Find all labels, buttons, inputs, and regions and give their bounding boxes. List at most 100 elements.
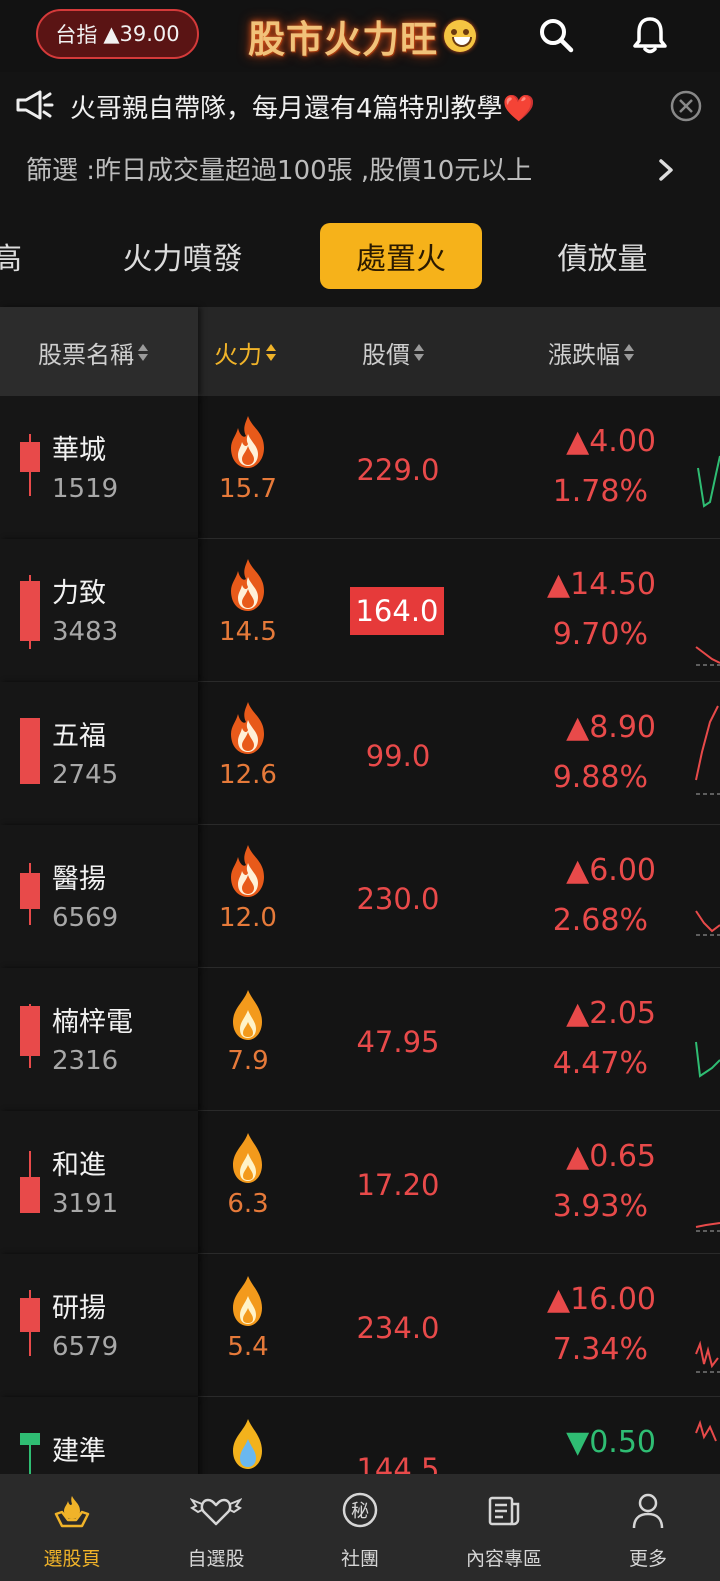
sparkline bbox=[695, 705, 720, 795]
flame-icon bbox=[233, 990, 262, 1040]
header-name-label: 股票名稱 bbox=[38, 341, 134, 369]
change-percent: 2.68% bbox=[552, 903, 648, 938]
sort-icon bbox=[623, 340, 635, 366]
candlestick-icon bbox=[20, 1151, 40, 1213]
sort-by-change[interactable]: 漲跌幅 bbox=[548, 335, 635, 370]
table-row[interactable]: 楠梓電 2316 7.9 47.95 ▲2.05 4.47% bbox=[0, 968, 720, 1111]
megaphone-icon bbox=[16, 90, 54, 120]
sort-by-name[interactable]: 股票名稱 bbox=[38, 335, 149, 370]
nav-label: 社團 bbox=[340, 1548, 379, 1570]
sort-by-power[interactable]: 火力 bbox=[214, 335, 277, 370]
price-value: 47.95 bbox=[356, 1025, 440, 1059]
stock-code: 6579 bbox=[52, 1332, 119, 1362]
notifications-button[interactable] bbox=[627, 12, 673, 58]
stock-name: 和進 bbox=[52, 1150, 106, 1181]
nav-label: 內容專區 bbox=[465, 1548, 542, 1570]
price-value: 234.0 bbox=[356, 1311, 440, 1345]
tab-partial[interactable]: 高 bbox=[0, 223, 22, 289]
sort-icon bbox=[265, 340, 277, 366]
close-icon[interactable] bbox=[669, 89, 703, 123]
grin-emoji-icon bbox=[444, 20, 476, 52]
power-value: 5.4 bbox=[227, 1332, 269, 1362]
tab-disposal-fire[interactable]: 處置火 bbox=[320, 223, 482, 289]
sparkline bbox=[695, 1419, 717, 1442]
app-header: 台指 ▲39.00 股市火力旺 bbox=[0, 0, 720, 72]
nav-community[interactable]: 秘 社團 bbox=[288, 1474, 432, 1581]
nav-content[interactable]: 內容專區 bbox=[432, 1474, 576, 1581]
sort-icon bbox=[137, 340, 149, 366]
change-value: ▲2.05 bbox=[566, 996, 656, 1031]
table-row[interactable]: 和進 3191 6.3 17.20 ▲0.65 3.93% bbox=[0, 1111, 720, 1254]
sparkline bbox=[695, 1222, 720, 1232]
filter-bar[interactable]: 篩選 :昨日成交量超過100張 ,股價10元以上 bbox=[0, 142, 720, 200]
stock-name: 華城 bbox=[52, 435, 106, 466]
newspaper-icon bbox=[488, 1496, 520, 1526]
stock-code: 2316 bbox=[52, 1046, 119, 1076]
tab-fire-burst[interactable]: 火力噴發 bbox=[100, 223, 265, 289]
stock-name: 建準 bbox=[52, 1436, 106, 1467]
sparkline bbox=[695, 1340, 720, 1373]
candlestick-icon bbox=[20, 1290, 40, 1356]
sparkline bbox=[695, 1041, 720, 1078]
header-power-label: 火力 bbox=[214, 341, 262, 369]
nav-watchlist[interactable]: 自選股 bbox=[144, 1474, 288, 1581]
table-row[interactable]: 力致 3483 14.5 164.0 ▲14.50 9.70% bbox=[0, 539, 720, 682]
bottom-navigation: 選股頁 自選股 秘 社團 內容專區 更多 bbox=[0, 1474, 720, 1581]
flame-icon bbox=[231, 702, 264, 754]
announcement-text: 火哥親自帶隊，每月還有4篇特別教學❤️ bbox=[70, 94, 535, 124]
stock-list: 華城 1519 15.7 229.0 ▲4.00 1.78% 力致 3483 1… bbox=[0, 396, 720, 1474]
name-cell: 和進 3191 bbox=[0, 1111, 198, 1254]
table-row[interactable]: 五福 2745 12.6 99.0 ▲8.90 9.88% bbox=[0, 682, 720, 825]
heart-wings-icon bbox=[190, 1498, 242, 1526]
flame-icon bbox=[231, 845, 264, 897]
change-percent: 9.70% bbox=[552, 617, 648, 652]
stock-code: 3191 bbox=[52, 1189, 119, 1219]
filter-text: 篩選 :昨日成交量超過100張 ,股價10元以上 bbox=[26, 156, 533, 186]
nav-more[interactable]: 更多 bbox=[576, 1474, 720, 1581]
candlestick-icon bbox=[20, 434, 40, 496]
name-cell: 醫揚 6569 bbox=[0, 825, 198, 968]
change-value: ▲6.00 bbox=[566, 853, 656, 888]
category-tabs: 高 火力噴發 處置火 債放量 bbox=[0, 215, 720, 297]
table-row[interactable]: 建準 144.5 ▼0.50 bbox=[0, 1397, 720, 1474]
index-change-pill[interactable]: 台指 ▲39.00 bbox=[36, 9, 199, 59]
change-value: ▲4.00 bbox=[566, 424, 656, 459]
name-cell: 華城 1519 bbox=[0, 396, 198, 539]
user-icon bbox=[632, 1493, 664, 1529]
sparkline bbox=[695, 646, 720, 666]
stock-code: 3483 bbox=[52, 617, 119, 647]
table-row[interactable]: 醫揚 6569 12.0 230.0 ▲6.00 2.68% bbox=[0, 825, 720, 968]
bell-icon bbox=[633, 17, 667, 54]
candlestick-icon bbox=[20, 718, 40, 784]
change-percent: 1.78% bbox=[552, 474, 648, 509]
logo-text: 股市火力旺 bbox=[248, 17, 438, 61]
change-percent: 4.47% bbox=[552, 1046, 648, 1081]
header-price-label: 股價 bbox=[362, 341, 410, 369]
stock-code: 2745 bbox=[52, 760, 119, 790]
flame-icon bbox=[231, 559, 264, 611]
announcement-bar[interactable]: 火哥親自帶隊，每月還有4篇特別教學❤️ bbox=[0, 72, 720, 142]
price-value: 99.0 bbox=[365, 739, 431, 773]
nav-stock-pick[interactable]: 選股頁 bbox=[0, 1474, 144, 1581]
power-value: 7.9 bbox=[227, 1046, 269, 1076]
sort-icon bbox=[413, 340, 425, 366]
price-value: 17.20 bbox=[356, 1168, 440, 1202]
name-cell: 研揚 6579 bbox=[0, 1254, 198, 1397]
nav-label: 自選股 bbox=[187, 1548, 245, 1570]
chevron-right-icon bbox=[659, 159, 673, 181]
table-row[interactable]: 華城 1519 15.7 229.0 ▲4.00 1.78% bbox=[0, 396, 720, 539]
power-value: 12.6 bbox=[219, 760, 277, 790]
tab-bond-volume[interactable]: 債放量 bbox=[535, 223, 670, 289]
sparkline bbox=[695, 910, 720, 936]
name-cell: 建準 bbox=[0, 1397, 198, 1474]
search-button[interactable] bbox=[533, 12, 579, 58]
stock-name: 楠梓電 bbox=[52, 1007, 133, 1038]
power-value: 12.0 bbox=[219, 903, 277, 933]
power-value: 14.5 bbox=[219, 617, 277, 647]
change-value: ▲14.50 bbox=[547, 567, 656, 602]
table-row[interactable]: 研揚 6579 5.4 234.0 ▲16.00 7.34% bbox=[0, 1254, 720, 1397]
price-value: 230.0 bbox=[356, 882, 440, 916]
candlestick-icon bbox=[20, 1433, 40, 1474]
sort-by-price[interactable]: 股價 bbox=[362, 335, 425, 370]
power-value: 15.7 bbox=[219, 474, 277, 504]
